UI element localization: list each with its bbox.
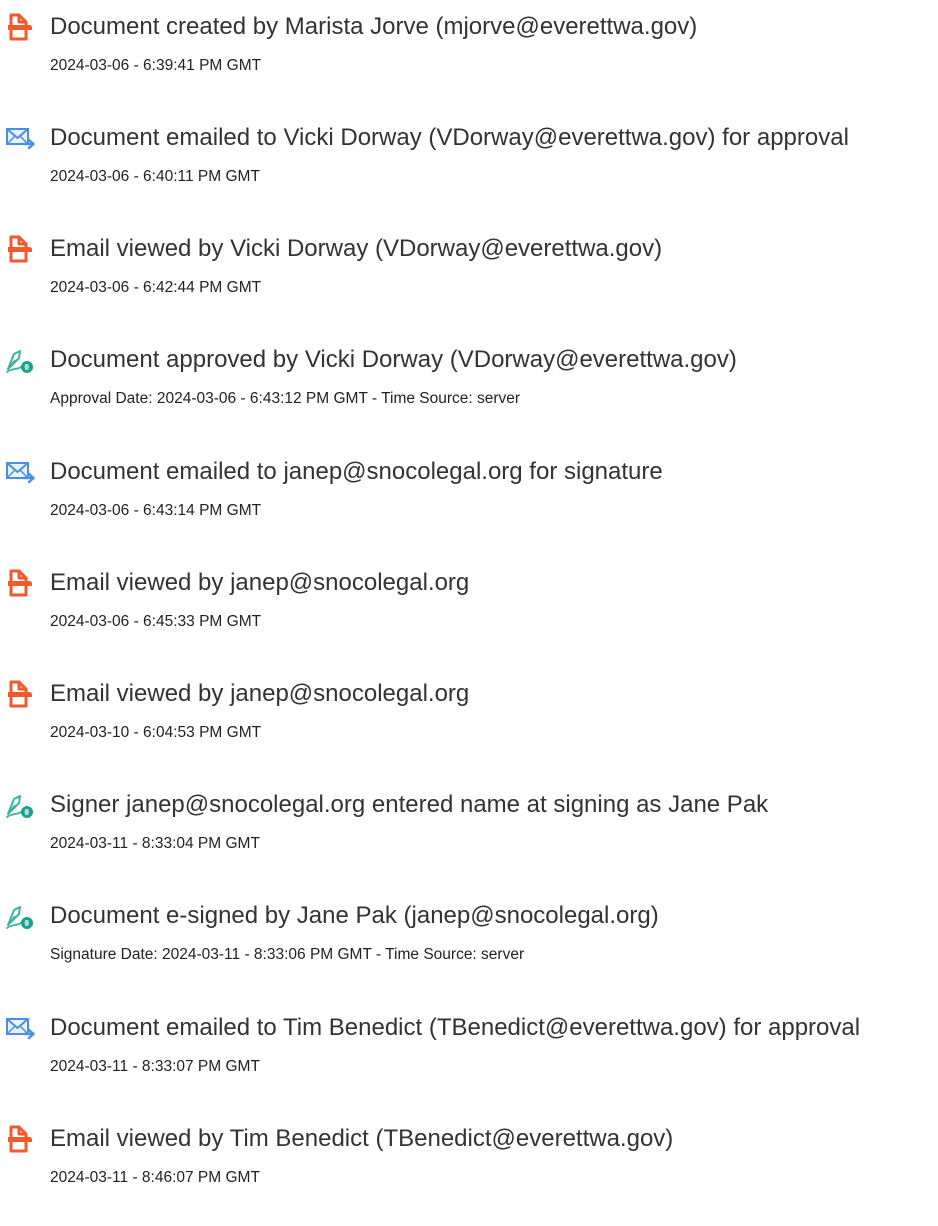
audit-event: Email viewed by janep@snocolegal.org 202… [0, 678, 938, 778]
email-sent-icon [4, 457, 36, 487]
event-timestamp: 2024-03-06 - 6:45:33 PM GMT [50, 613, 262, 630]
event-timestamp: Signature Date: 2024-03-11 - 8:33:06 PM … [50, 946, 525, 963]
audit-event: Document approved by Vicki Dorway (VDorw… [0, 344, 938, 444]
email-sent-icon [4, 123, 36, 153]
event-description: Email viewed by Vicki Dorway (VDorway@ev… [50, 235, 663, 262]
event-description: Document emailed to janep@snocolegal.org… [50, 458, 663, 485]
audit-event: Document emailed to janep@snocolegal.org… [0, 456, 938, 556]
event-timestamp: 2024-03-06 - 6:43:14 PM GMT [50, 502, 262, 519]
event-description: Document emailed to Vicki Dorway (VDorwa… [50, 124, 849, 151]
event-timestamp: Approval Date: 2024-03-06 - 6:43:12 PM G… [50, 390, 521, 407]
document-created-icon [4, 12, 36, 42]
event-timestamp: 2024-03-06 - 6:42:44 PM GMT [50, 279, 262, 296]
event-timestamp: 2024-03-11 - 8:33:07 PM GMT [50, 1058, 260, 1075]
document-viewed-icon [4, 234, 36, 264]
event-timestamp: 2024-03-10 - 6:04:53 PM GMT [50, 724, 262, 741]
event-description: Document e-signed by Jane Pak (janep@sno… [50, 902, 659, 929]
event-description: Email viewed by janep@snocolegal.org [50, 569, 470, 596]
audit-event: Document emailed to Tim Benedict (TBened… [0, 1012, 938, 1112]
event-timestamp: 2024-03-06 - 6:39:41 PM GMT [50, 57, 262, 74]
audit-event: Document created by Marista Jorve (mjorv… [0, 11, 938, 111]
event-description: Signer janep@snocolegal.org entered name… [50, 791, 769, 818]
audit-event: Email viewed by janep@snocolegal.org 202… [0, 567, 938, 667]
audit-event: Document e-signed by Jane Pak (janep@sno… [0, 900, 938, 1000]
audit-event-list: Document created by Marista Jorve (mjorv… [0, 0, 938, 1226]
event-description: Document approved by Vicki Dorway (VDorw… [50, 346, 737, 373]
event-description: Email viewed by Tim Benedict (TBenedict@… [50, 1125, 674, 1152]
e-sign-icon [4, 790, 36, 820]
audit-event: Email viewed by Vicki Dorway (VDorway@ev… [0, 233, 938, 333]
document-viewed-icon [4, 679, 36, 709]
document-viewed-icon [4, 568, 36, 598]
event-description: Email viewed by janep@snocolegal.org [50, 680, 470, 707]
audit-event: Email viewed by Tim Benedict (TBenedict@… [0, 1123, 938, 1223]
event-timestamp: 2024-03-06 - 6:40:11 PM GMT [50, 168, 260, 185]
event-description: Document created by Marista Jorve (mjorv… [50, 13, 698, 40]
email-sent-icon [4, 1013, 36, 1043]
event-timestamp: 2024-03-11 - 8:46:07 PM GMT [50, 1169, 260, 1186]
event-description: Document emailed to Tim Benedict (TBened… [50, 1014, 861, 1041]
document-viewed-icon [4, 1124, 36, 1154]
event-timestamp: 2024-03-11 - 8:33:04 PM GMT [50, 835, 260, 852]
e-sign-icon [4, 901, 36, 931]
e-sign-icon [4, 345, 36, 375]
audit-event: Signer janep@snocolegal.org entered name… [0, 789, 938, 889]
audit-event: Document emailed to Vicki Dorway (VDorwa… [0, 122, 938, 222]
